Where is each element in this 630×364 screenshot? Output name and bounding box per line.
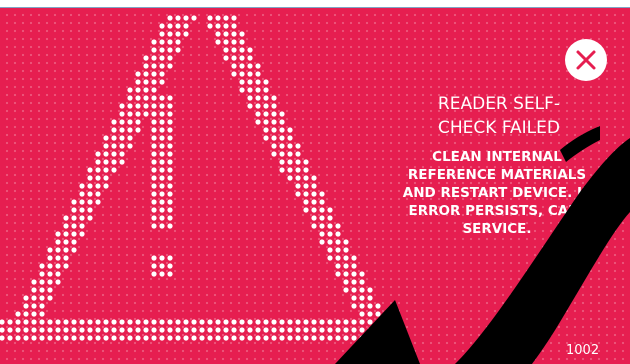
diagonal-overlay-marks [335, 126, 630, 364]
error-screen: READER SELF-CHECK FAILED CLEAN INTERNAL … [0, 0, 630, 364]
error-code: 1002 [566, 343, 600, 358]
